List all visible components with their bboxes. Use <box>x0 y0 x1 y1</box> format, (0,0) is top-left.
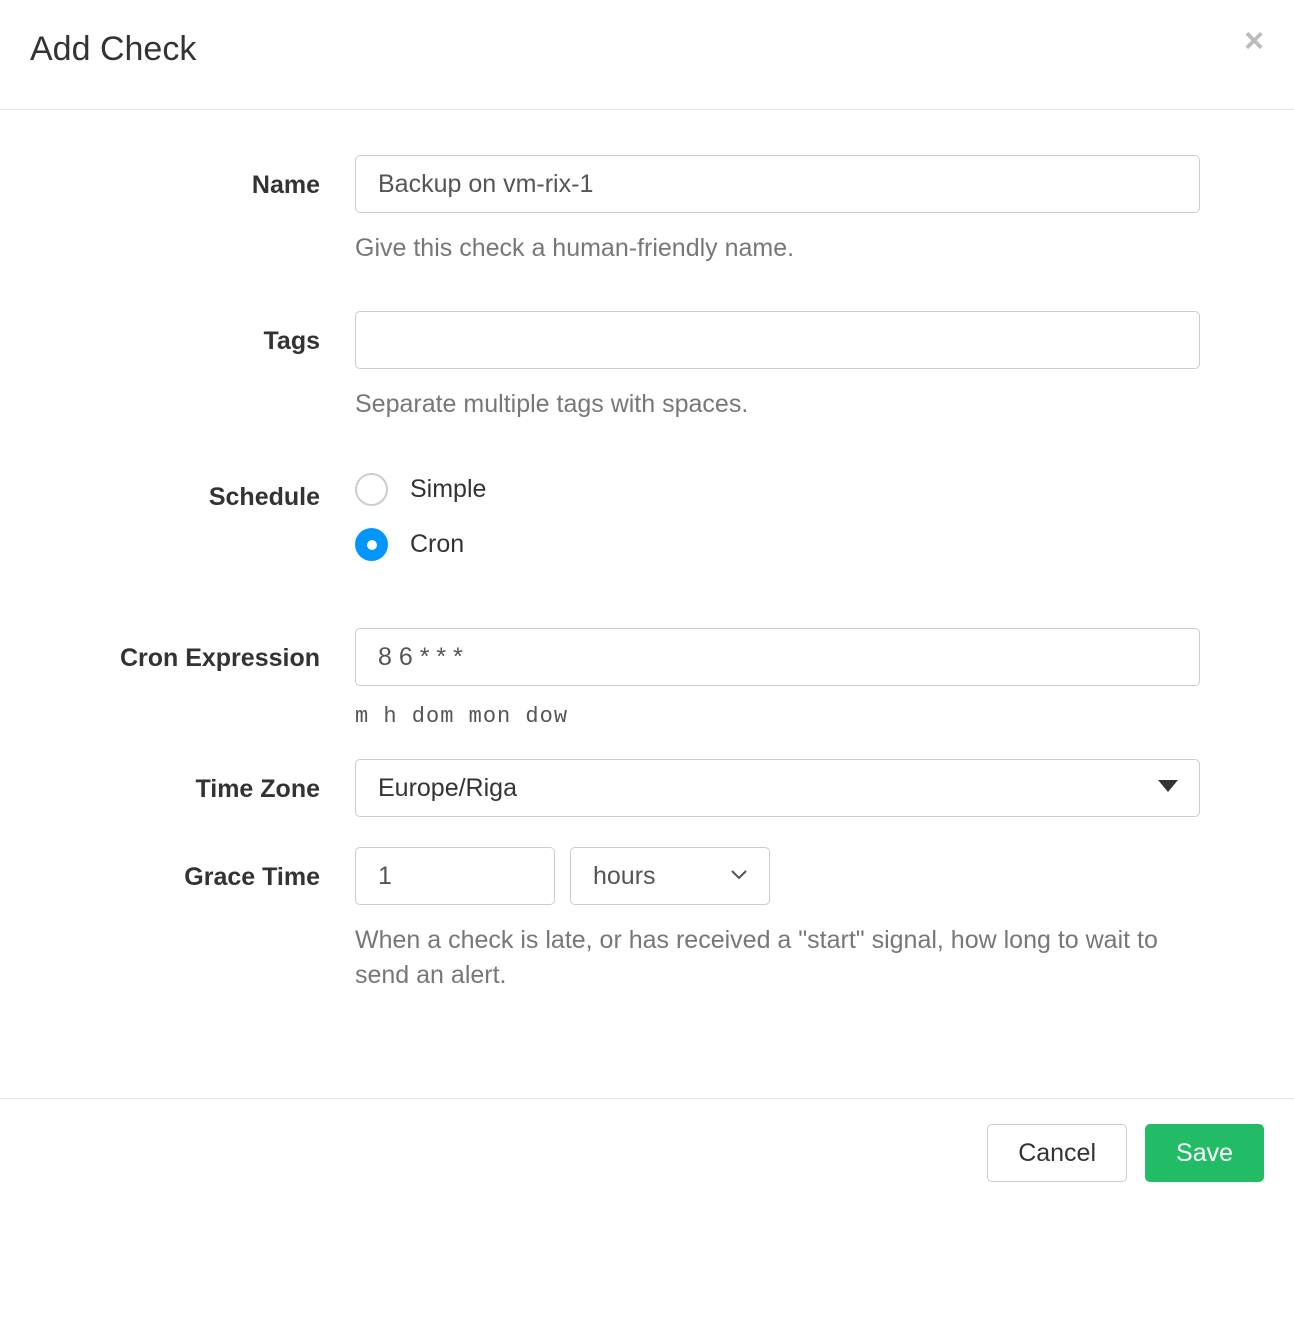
close-button[interactable]: × <box>1244 24 1264 58</box>
schedule-cron-label: Cron <box>410 530 464 559</box>
grace-time-unit-select[interactable]: hours <box>570 847 770 905</box>
name-help-text: Give this check a human-friendly name. <box>355 231 1200 266</box>
grace-time-label: Grace Time <box>30 847 355 892</box>
grace-time-help-text: When a check is late, or has received a … <box>355 923 1200 993</box>
timezone-label: Time Zone <box>30 759 355 804</box>
schedule-row: Schedule Simple Cron <box>30 467 1264 583</box>
close-icon: × <box>1244 22 1264 60</box>
cron-hint-text: m h dom mon dow <box>355 704 1200 729</box>
grace-time-row: Grace Time hours When a check is late, o… <box>30 847 1264 993</box>
timezone-row: Time Zone Europe/Riga <box>30 759 1264 817</box>
tags-row: Tags Separate multiple tags with spaces. <box>30 311 1264 422</box>
radio-checked-icon <box>355 528 388 561</box>
tags-help-text: Separate multiple tags with spaces. <box>355 387 1200 422</box>
schedule-option-simple[interactable]: Simple <box>355 473 1200 506</box>
modal-footer: Cancel Save <box>0 1098 1294 1207</box>
modal-header: Add Check × <box>0 0 1294 110</box>
tags-input[interactable] <box>355 311 1200 369</box>
schedule-radio-group: Simple Cron <box>355 467 1200 561</box>
tags-label: Tags <box>30 311 355 356</box>
name-row: Name Give this check a human-friendly na… <box>30 155 1264 266</box>
name-label: Name <box>30 155 355 200</box>
schedule-label: Schedule <box>30 467 355 512</box>
cron-expression-row: Cron Expression m h dom mon dow <box>30 628 1264 729</box>
save-button[interactable]: Save <box>1145 1124 1264 1182</box>
radio-icon <box>355 473 388 506</box>
schedule-option-cron[interactable]: Cron <box>355 528 1200 561</box>
cancel-button[interactable]: Cancel <box>987 1124 1127 1182</box>
timezone-select-wrap: Europe/Riga <box>355 759 1200 817</box>
schedule-simple-label: Simple <box>410 475 486 504</box>
add-check-modal: Add Check × Name Give this check a human… <box>0 0 1294 1207</box>
modal-body: Name Give this check a human-friendly na… <box>0 110 1294 1098</box>
cron-expression-label: Cron Expression <box>30 628 355 673</box>
modal-title: Add Check <box>30 30 1264 69</box>
grace-time-value-input[interactable] <box>355 847 555 905</box>
cron-expression-input[interactable] <box>355 628 1200 686</box>
name-input[interactable] <box>355 155 1200 213</box>
timezone-select[interactable]: Europe/Riga <box>355 759 1200 817</box>
grace-unit-wrap: hours <box>570 847 770 905</box>
